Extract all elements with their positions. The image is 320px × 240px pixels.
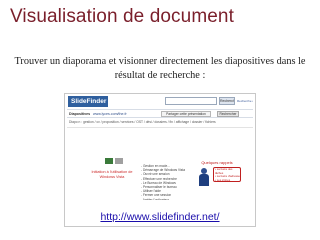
thumbnail-title: Initiation à l'utilisation de Windows Vi… xyxy=(91,170,133,179)
slide-toolbar: Diapositives www.lyces.com/the.fr Partag… xyxy=(67,109,253,118)
slide-thumbnail-3[interactable]: Quelques rappels • La barre des tâches • … xyxy=(189,156,243,200)
slidefinder-screenshot: SlideFinder Recherche Recherche avancée … xyxy=(64,93,256,227)
find-button[interactable]: Rechercher xyxy=(217,111,239,117)
slidefinder-logo: SlideFinder xyxy=(68,96,108,107)
person-icon xyxy=(197,168,211,186)
slidefinder-header: SlideFinder Recherche Recherche avancée xyxy=(65,94,255,108)
advanced-search-link[interactable]: Recherche avancée xyxy=(237,98,253,104)
logo-icon xyxy=(105,158,113,164)
thumbnail-title: Quelques rappels xyxy=(201,160,233,165)
thumbnail-text: - Gestion en mode... - Démarrage de Windo… xyxy=(141,164,187,200)
thumbnail-list: • La barre des tâches • La barre d'adress… xyxy=(215,167,241,182)
slide-title: Visualisation de document xyxy=(10,6,234,27)
divider xyxy=(67,127,253,128)
thumbnail-list-item: • Les icônes xyxy=(215,177,231,182)
slide-thumbnail-1[interactable]: Initiation à l'utilisation de Windows Vi… xyxy=(85,156,139,200)
slidefinder-link[interactable]: http://www.slidefinder.net/ xyxy=(0,211,320,223)
search-button[interactable]: Recherche xyxy=(219,97,235,105)
share-select[interactable]: Partager cette présentation xyxy=(161,111,211,117)
slide-navigation[interactable]: Diapo n : gestion / cv / proposition / s… xyxy=(67,119,253,126)
search-input[interactable] xyxy=(165,97,217,105)
slide-body-text: Trouver un diaporama et visionner direct… xyxy=(14,56,306,81)
slides-label: Diapositives xyxy=(69,112,91,116)
thumbnail-line: - Arrêter l'ordinateur xyxy=(141,197,170,200)
slide-thumbnail-2[interactable]: - Gestion en mode... - Démarrage de Windo… xyxy=(137,156,191,200)
source-url[interactable]: www.lyces.com/the.fr xyxy=(93,110,127,117)
logo-icon xyxy=(115,158,123,164)
